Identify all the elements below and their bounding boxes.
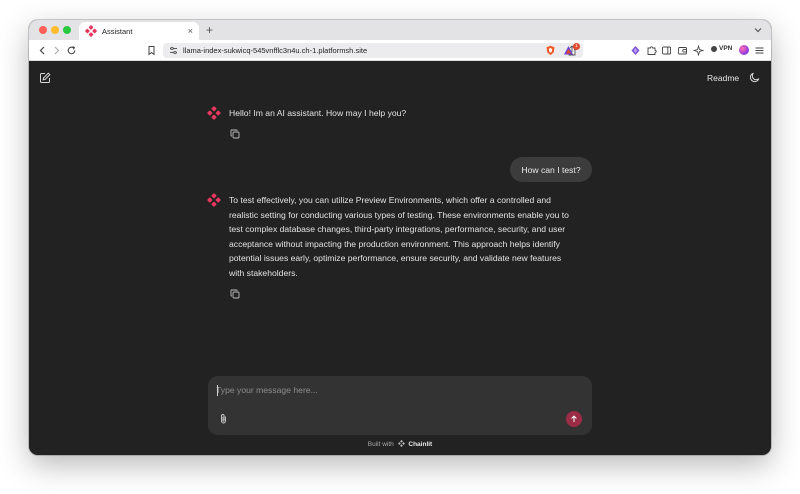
browser-toolbar: llama-index-sukwicq-545vnfflc3n4u.ch-1.p… [29,40,771,61]
readme-button[interactable]: Readme [707,73,739,83]
message-input[interactable] [216,383,576,397]
tab-close-icon[interactable]: × [188,26,193,36]
window-close-button[interactable] [39,26,47,34]
reload-icon[interactable] [66,45,77,56]
sparkle-icon[interactable] [693,45,704,56]
chainlit-logo-icon [397,440,405,447]
assistant-avatar-icon [207,193,221,207]
moon-icon[interactable] [749,71,761,83]
sidebar-icon[interactable] [661,45,672,56]
address-bar[interactable]: llama-index-sukwicq-545vnfflc3n4u.ch-1.p… [163,43,583,58]
arrow-up-icon [571,415,577,422]
tab-search-chevron-icon[interactable] [753,25,763,35]
assistant-message: Hello! Im an AI assistant. How may I hel… [229,108,407,118]
rewards-badge: 1 [573,43,580,50]
copy-icon[interactable] [230,129,240,139]
message-line: To test effectively, you can utilize Pre… [229,195,551,205]
window-maximize-button[interactable] [63,26,71,34]
tab-title: Assistant [102,26,133,36]
menu-icon[interactable] [754,45,765,56]
footer-prefix: Built with [367,441,394,448]
message-line: potential issues early, optimize perform… [229,253,562,264]
message-line: realistic setting for conducting various… [229,209,569,220]
chainlit-favicon-icon [85,25,97,37]
tab-strip: Assistant × + [29,20,771,40]
user-message: How can I test? [510,157,592,182]
assistant-message: To test effectively, you can utilize Pre… [229,193,599,281]
forward-arrow-icon[interactable] [51,45,62,56]
site-settings-icon[interactable] [169,46,178,55]
new-chat-icon[interactable] [39,72,51,84]
vpn-button[interactable]: VPN [711,45,732,52]
back-arrow-icon[interactable] [37,45,48,56]
assistant-avatar-icon [207,106,221,120]
message-line: test complex database changes, third-par… [229,224,566,235]
vpn-icon [711,45,717,52]
copy-icon[interactable] [230,289,240,299]
window-minimize-button[interactable] [51,26,59,34]
message-line: with stakeholders. [229,267,298,278]
extension-icon[interactable] [630,45,641,56]
puzzle-icon[interactable] [646,45,657,56]
paperclip-icon[interactable] [218,413,229,425]
wallet-icon[interactable] [677,45,688,56]
bookmark-icon[interactable] [146,45,157,56]
message-line: acceptance without impacting the product… [229,238,560,249]
text-caret [217,385,218,396]
brave-shield-icon[interactable] [545,45,556,56]
message-composer [208,376,592,435]
footer: Built with Chainlit [29,440,771,448]
new-tab-button[interactable]: + [206,23,213,37]
browser-window: Assistant × + llama-index-sukwicq-545vnf… [29,20,771,455]
send-button[interactable] [566,411,582,427]
tab-assistant[interactable]: Assistant × [79,22,199,40]
url-text: llama-index-sukwicq-545vnfflc3n4u.ch-1.p… [183,46,368,55]
user-message-text: How can I test? [521,164,581,175]
footer-brand[interactable]: Chainlit [408,441,432,448]
chat-page: Readme Hello! Im an AI assistant. How ma… [29,62,771,455]
profile-avatar[interactable] [739,45,749,55]
vpn-label: VPN [719,45,733,52]
